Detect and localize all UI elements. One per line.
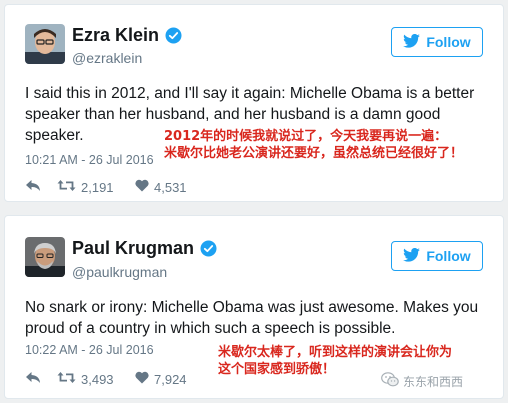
avatar[interactable]: [25, 24, 65, 64]
tweet-timestamp[interactable]: 10:21 AM - 26 Jul 2016: [25, 153, 154, 167]
follow-button[interactable]: Follow: [391, 27, 483, 57]
retweet-button[interactable]: 2,191: [57, 179, 135, 195]
display-name[interactable]: Paul Krugman: [72, 238, 217, 259]
translation-annotation: 2012年的时候我就说过了，今天我要再说一遍： 米歇尔比她老公演讲还要好，虽然总…: [164, 128, 463, 162]
retweet-count: 2,191: [81, 179, 114, 195]
retweet-icon: [57, 179, 76, 195]
reply-button[interactable]: [25, 371, 57, 387]
avatar[interactable]: [25, 237, 65, 277]
like-button[interactable]: 7,924: [135, 371, 187, 387]
like-count: 4,531: [154, 179, 187, 195]
twitter-bird-icon: [403, 33, 421, 51]
user-handle[interactable]: @ezraklein: [72, 50, 142, 66]
user-handle[interactable]: @paulkrugman: [72, 264, 167, 280]
retweet-button[interactable]: 3,493: [57, 371, 135, 387]
like-count: 7,924: [154, 371, 187, 387]
follow-button-label: Follow: [426, 34, 471, 50]
follow-button-label: Follow: [426, 248, 471, 264]
tweet-text: No snark or irony: Michelle Obama was ju…: [25, 299, 479, 337]
wechat-icon: [381, 372, 399, 390]
twitter-bird-icon: [403, 247, 421, 265]
annotation-line: 米歇尔比她老公演讲还要好，虽然总统已经很好了！: [164, 146, 464, 161]
display-name-text: Ezra Klein: [72, 25, 160, 45]
reply-button[interactable]: [25, 179, 57, 195]
heart-icon: [135, 371, 149, 387]
watermark-text: 东东和西西: [403, 374, 464, 389]
verified-badge-icon: [200, 240, 217, 257]
like-button[interactable]: 4,531: [135, 179, 187, 195]
tweet-actions: 3,493 7,924: [25, 371, 187, 387]
retweet-count: 3,493: [81, 371, 114, 387]
tweet-timestamp[interactable]: 10:22 AM - 26 Jul 2016: [25, 343, 154, 357]
tweet-actions: 2,191 4,531: [25, 179, 187, 195]
heart-icon: [135, 179, 149, 195]
reply-icon: [25, 179, 41, 195]
retweet-icon: [57, 371, 76, 387]
watermark: 东东和西西: [381, 372, 463, 390]
display-name[interactable]: Ezra Klein: [72, 25, 182, 46]
tweet-card-ezra-klein: Ezra Klein @ezraklein Follow I said this…: [4, 4, 504, 202]
annotation-line: 2012年的时候我就说过了，今天我要再说一遍：: [164, 129, 448, 144]
screenshot-page: Ezra Klein @ezraklein Follow I said this…: [0, 0, 508, 403]
reply-icon: [25, 371, 41, 387]
annotation-line: 米歇尔太棒了，听到这样的演讲会让你为: [218, 345, 453, 360]
verified-badge-icon: [165, 27, 182, 44]
display-name-text: Paul Krugman: [72, 238, 195, 258]
follow-button[interactable]: Follow: [391, 241, 483, 271]
